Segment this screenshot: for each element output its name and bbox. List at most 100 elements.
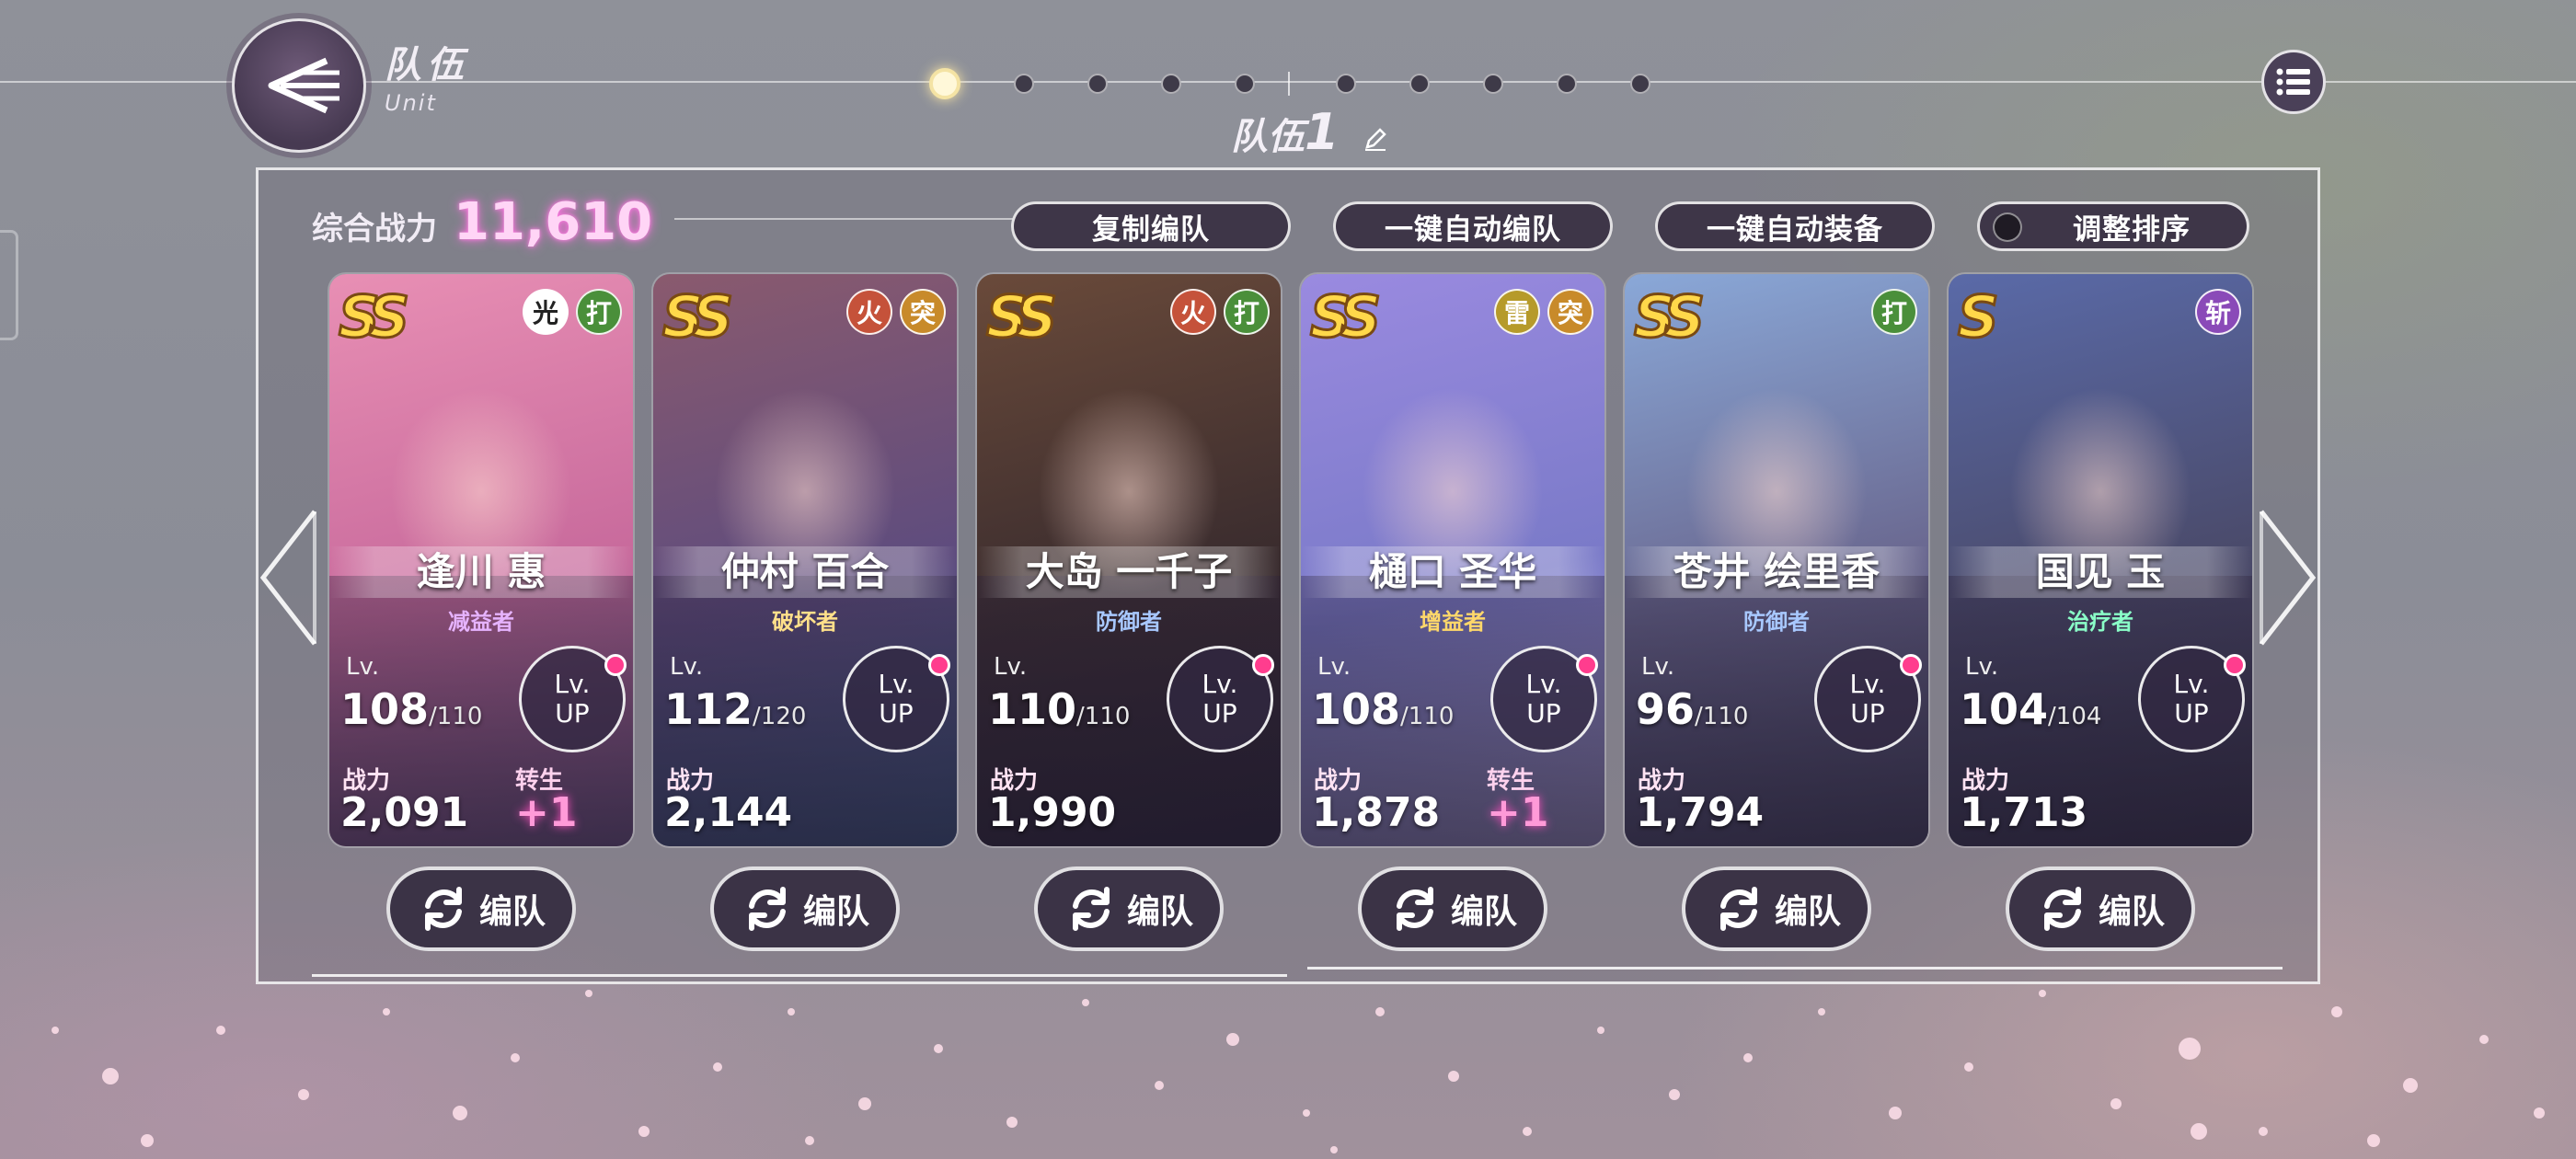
- rarity-badge: SS: [1632, 282, 1706, 352]
- edit-team-button[interactable]: 编队: [1682, 866, 1871, 951]
- character-name: 大岛 一千子: [977, 546, 1281, 598]
- page-dot-8[interactable]: [1483, 74, 1503, 94]
- attribute-badges: 火突: [846, 289, 946, 335]
- level-up-label-bottom: UP: [1526, 698, 1561, 729]
- side-decoration: [0, 230, 18, 340]
- character-card[interactable]: SS 火突仲村 百合 破坏者 Lv. 112/120 Lv. UP 战力 2,144: [653, 274, 957, 846]
- next-arrow-icon[interactable]: [2248, 504, 2322, 651]
- character-role: 治疗者: [2067, 609, 2133, 635]
- back-button[interactable]: [232, 18, 366, 153]
- level-up-button[interactable]: Lv. UP: [1167, 646, 1274, 752]
- prev-arrow-icon[interactable]: [254, 504, 328, 651]
- page-dot-5[interactable]: [1235, 74, 1255, 94]
- level-label: Lv.: [1641, 653, 1675, 681]
- attribute-badges: 斩: [2195, 289, 2241, 335]
- level-current: 110: [988, 684, 1077, 734]
- level-up-button[interactable]: Lv. UP: [2138, 646, 2246, 752]
- character-card[interactable]: SS 火打大岛 一千子 防御者 Lv. 110/110 Lv. UP 战力 1,990: [977, 274, 1281, 846]
- page-dot-6[interactable]: [1336, 74, 1356, 94]
- character-card[interactable]: S 斩国见 玉治疗者 Lv. 104/104 Lv. UP 战力 1,713: [1949, 274, 2252, 846]
- page-dot-7[interactable]: [1409, 74, 1430, 94]
- auto-team-button[interactable]: 一键自动编队: [1333, 201, 1613, 251]
- power-value: 1,794: [1636, 789, 1765, 836]
- attribute-badges: 雷突: [1494, 289, 1593, 335]
- level-up-label-top: Lv.: [554, 669, 591, 699]
- character-card[interactable]: SS 雷突樋口 圣华 增益者 Lv. 108/110 Lv. UP 战力 1,878 转生 +1: [1301, 274, 1604, 846]
- level-up-label-top: Lv.: [1849, 669, 1886, 699]
- character-role: 增益者: [1420, 609, 1486, 635]
- title-cn: 队伍: [385, 44, 469, 86]
- level-current: 108: [1312, 684, 1401, 734]
- page-dot-10[interactable]: [1630, 74, 1650, 94]
- edit-team-button[interactable]: 编队: [1034, 866, 1224, 951]
- auto-equip-button[interactable]: 一键自动装备: [1655, 201, 1935, 251]
- page-dot-1[interactable]: [929, 68, 960, 99]
- swap-icon: [424, 887, 462, 931]
- character-role: 破坏者: [772, 609, 838, 635]
- copy-team-button[interactable]: 复制编队: [1011, 201, 1291, 251]
- swap-icon: [1072, 887, 1110, 931]
- level-value: 104/104: [1960, 684, 2101, 734]
- attribute-badge: 打: [1871, 289, 1917, 335]
- rarity-badge: SS: [337, 282, 410, 352]
- edit-team-label: 编队: [2098, 893, 2165, 931]
- level-up-button[interactable]: Lv. UP: [1490, 646, 1598, 752]
- edit-team-label: 编队: [478, 893, 546, 931]
- page-dot-9[interactable]: [1557, 74, 1577, 94]
- attribute-badge: 火: [1170, 289, 1216, 335]
- level-up-button[interactable]: Lv. UP: [1814, 646, 1922, 752]
- list-icon: [2276, 68, 2310, 96]
- edit-team-button[interactable]: 编队: [1358, 866, 1547, 951]
- power-value: 1,990: [988, 789, 1117, 836]
- swap-icon: [1719, 887, 1757, 931]
- level-up-label-bottom: UP: [879, 698, 914, 729]
- attribute-badge: 打: [576, 289, 622, 335]
- swap-icon: [1396, 887, 1433, 931]
- page-dot-4[interactable]: [1161, 74, 1181, 94]
- edit-team-button[interactable]: 编队: [2006, 866, 2195, 951]
- level-current: 96: [1636, 684, 1696, 734]
- level-value: 112/120: [664, 684, 806, 734]
- level-max: /110: [1076, 703, 1131, 730]
- character-role: 防御者: [1743, 609, 1810, 635]
- level-max: /110: [1400, 703, 1455, 730]
- team-name[interactable]: 队伍1: [1231, 103, 1389, 161]
- attribute-badge: 雷: [1494, 289, 1540, 335]
- edit-team-label: 编队: [1450, 893, 1517, 931]
- swap-icon: [2043, 887, 2081, 931]
- pencil-icon[interactable]: [1362, 125, 1389, 153]
- level-max: /120: [753, 703, 807, 730]
- power-value: 2,091: [340, 789, 469, 836]
- character-card[interactable]: SS 光打逢川 惠减益者 Lv. 108/110 Lv. UP 战力 2,091 转生 +1: [329, 274, 633, 846]
- attribute-badge: 光: [523, 289, 569, 335]
- team-number: 1: [1305, 103, 1340, 161]
- rebirth-value: +1: [1487, 789, 1549, 836]
- level-up-label-top: Lv.: [1202, 669, 1238, 699]
- edit-team-button[interactable]: 编队: [710, 866, 900, 951]
- character-name: 逢川 惠: [329, 546, 633, 598]
- character-role: 防御者: [1096, 609, 1162, 635]
- level-up-label-bottom: UP: [555, 698, 590, 729]
- level-value: 96/110: [1636, 684, 1748, 734]
- level-current: 104: [1960, 684, 2049, 734]
- page-separator: [1288, 72, 1290, 96]
- level-up-button[interactable]: Lv. UP: [519, 646, 627, 752]
- notification-dot: [604, 654, 627, 676]
- page-dot-2[interactable]: [1014, 74, 1034, 94]
- reorder-toggle[interactable]: [1993, 212, 2022, 242]
- notification-dot: [1576, 654, 1598, 676]
- level-max: /110: [429, 703, 483, 730]
- character-card[interactable]: SS 打苍井 绘里香 防御者 Lv. 96/110 Lv. UP 战力 1,794: [1625, 274, 1928, 846]
- swap-icon: [748, 887, 786, 931]
- menu-button[interactable]: [2261, 50, 2326, 114]
- level-up-label-top: Lv.: [2173, 669, 2210, 699]
- level-up-button[interactable]: Lv. UP: [843, 646, 950, 752]
- page-dot-3[interactable]: [1087, 74, 1108, 94]
- reorder-button[interactable]: 调整排序: [1977, 201, 2249, 251]
- level-label: Lv.: [994, 653, 1028, 681]
- total-power-value: 11,610: [454, 192, 653, 252]
- attribute-badges: 光打: [523, 289, 622, 335]
- edit-team-button[interactable]: 编队: [386, 866, 576, 951]
- notification-dot: [2224, 654, 2246, 676]
- level-value: 110/110: [988, 684, 1130, 734]
